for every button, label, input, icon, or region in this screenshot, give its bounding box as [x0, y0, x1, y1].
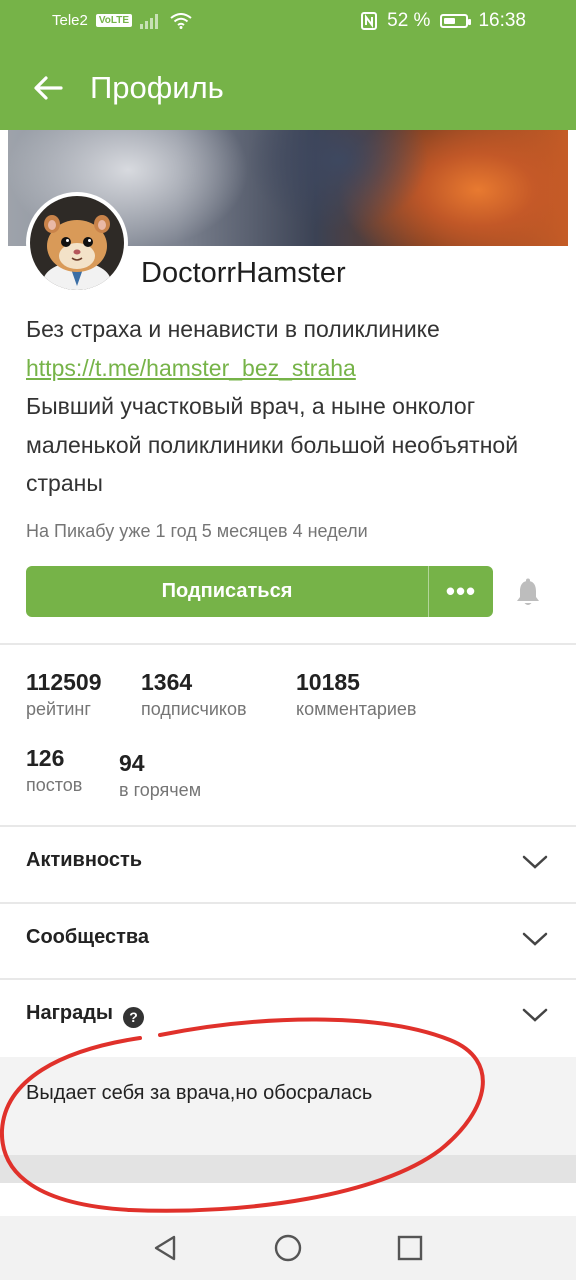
notification-bell-button[interactable] [514, 578, 542, 608]
stat-hot[interactable]: 94 в горячем [119, 750, 201, 801]
stat-subscribers[interactable]: 1364 подписчиков [141, 669, 247, 720]
section-title-text: Награды [26, 1002, 114, 1024]
section-title: Награды? [26, 1002, 145, 1028]
stat-value: 1364 [141, 669, 193, 695]
stat-label: подписчиков [141, 699, 247, 719]
nav-home-icon[interactable] [272, 1232, 304, 1264]
signal-icon [140, 13, 159, 29]
awards-panel: Выдает себя за врача,но обосралась [0, 1057, 576, 1155]
section-title: Сообщества [26, 926, 150, 948]
status-bar: Tele2 VoLTE 52 % 16:38 [0, 0, 576, 44]
username: DoctorrHamster [141, 257, 346, 289]
status-right: 52 % 16:38 [361, 10, 526, 32]
divider [0, 643, 576, 645]
bio-link[interactable]: https://t.me/hamster_bez_straha [26, 349, 556, 388]
stat-value: 112509 [26, 669, 102, 695]
chevron-down-icon [522, 1008, 548, 1022]
section-activity[interactable]: Активность [0, 827, 576, 903]
stat-comments[interactable]: 10185 комментариев [296, 669, 416, 720]
stat-label: в горячем [119, 780, 202, 800]
nav-back-icon[interactable] [150, 1232, 182, 1264]
section-gap [0, 1155, 576, 1183]
stat-label: комментариев [296, 699, 417, 719]
chevron-down-icon [522, 932, 548, 946]
battery-percent: 52 % [387, 10, 431, 31]
stat-label: рейтинг [26, 699, 91, 719]
hamster-avatar-image [30, 196, 124, 290]
wifi-icon [170, 12, 192, 29]
page-title: Профиль [90, 70, 224, 105]
nfc-icon [361, 12, 378, 30]
bottom-panel [0, 1183, 576, 1216]
member-since: На Пикабу уже 1 год 5 месяцев 4 недели [26, 521, 368, 541]
section-title: Активность [26, 849, 143, 871]
arrow-left-icon [34, 76, 63, 100]
stat-value: 94 [119, 750, 145, 776]
status-left: Tele2 VoLTE [52, 12, 192, 29]
section-awards[interactable]: Награды? [0, 980, 576, 1056]
chevron-down-icon [522, 855, 548, 869]
bell-icon [517, 578, 539, 605]
more-button[interactable]: ••• [429, 566, 493, 617]
bio-text: Без страха и ненависти в поликлинике [26, 316, 440, 342]
bio-text-2: Бывший участковый врач, а ныне онколог м… [26, 393, 519, 496]
stat-rating[interactable]: 112509 рейтинг [26, 669, 101, 720]
stat-value: 126 [26, 745, 65, 771]
stat-value: 10185 [296, 669, 360, 695]
help-icon[interactable]: ? [123, 1006, 145, 1028]
carrier-label: Tele2 [52, 12, 88, 29]
back-button[interactable] [28, 68, 68, 108]
subscribe-group: Подписаться ••• [26, 566, 493, 617]
system-nav-bar [0, 1216, 576, 1280]
clock: 16:38 [478, 10, 526, 31]
avatar[interactable] [26, 192, 128, 294]
profile-bio: Без страха и ненависти в поликлинике htt… [26, 310, 556, 503]
volte-badge: VoLTE [95, 14, 133, 27]
section-communities[interactable]: Сообщества [0, 904, 576, 980]
stat-label: постов [26, 775, 83, 795]
app-bar: Профиль [0, 44, 576, 130]
battery-icon [440, 14, 472, 28]
nav-recents-icon[interactable] [394, 1232, 426, 1264]
stat-posts[interactable]: 126 постов [26, 745, 82, 796]
subscribe-button[interactable]: Подписаться [26, 566, 428, 617]
award-text: Выдает себя за врача,но обосралась [26, 1082, 373, 1104]
